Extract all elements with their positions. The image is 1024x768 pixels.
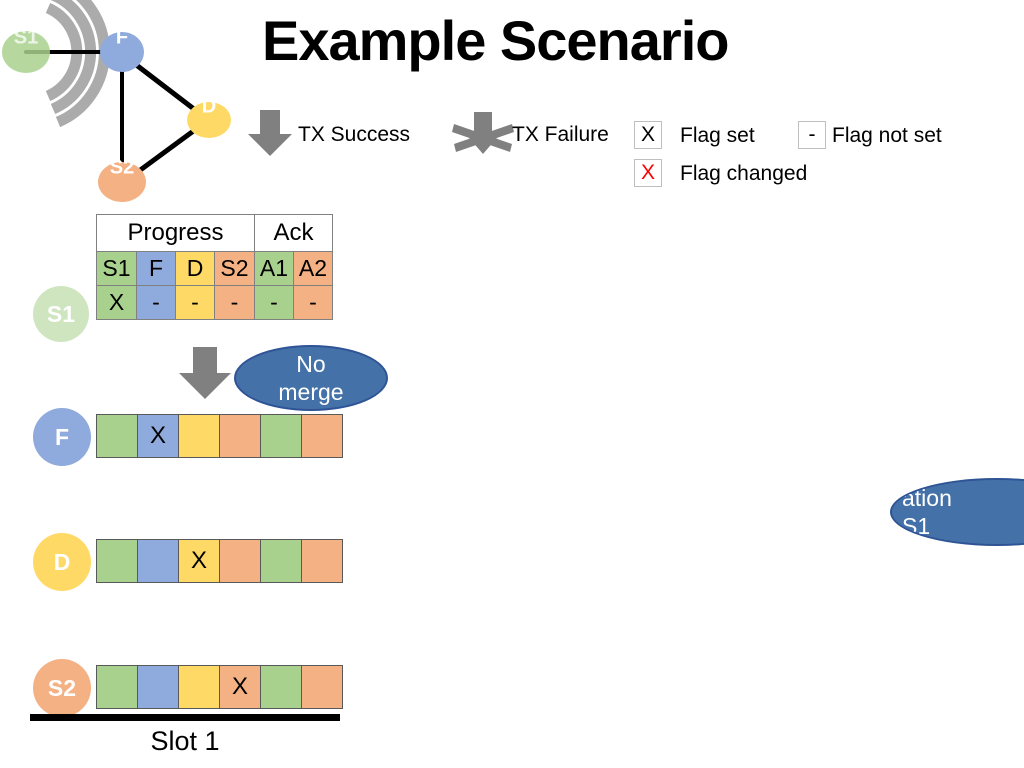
slot-cell-s2-s1: [96, 665, 138, 709]
legend-tx-failure-label: TX Failure: [512, 123, 609, 146]
topology-node-d: [187, 102, 231, 138]
table-col-header-f: F: [136, 251, 176, 286]
legend-flag-set-symbol: X: [634, 121, 662, 149]
slot-cell-d-s2: [219, 539, 261, 583]
slot-cell-d-s1: [96, 539, 138, 583]
callout-duplication-line1: ation: [902, 485, 952, 511]
legend-flag-not-set-symbol: -: [798, 121, 826, 149]
table-cell-s1-s1: X: [96, 285, 137, 320]
row-badge-s1: S1: [33, 286, 89, 342]
table-group-header-ack: Ack: [254, 214, 333, 252]
slot-cell-d-f: [137, 539, 179, 583]
timeline-baseline: [30, 714, 340, 721]
legend-flag-not-set-label: Flag not set: [832, 124, 942, 147]
slot-row-d: X: [96, 539, 343, 583]
slot-cell-f-d: [178, 414, 220, 458]
legend-flag-set-label: Flag set: [680, 124, 755, 147]
slot-cell-d-a1: [260, 539, 302, 583]
legend-tx-success-icon: [246, 108, 294, 163]
table-group-header-progress: Progress: [96, 214, 255, 252]
table-cell-s1-a2: -: [293, 285, 333, 320]
page-title: Example Scenario: [262, 9, 729, 72]
slot-cell-s2-f: [137, 665, 179, 709]
slot-cell-f-s1: [96, 414, 138, 458]
slot-cell-f-a1: [260, 414, 302, 458]
slot-cell-d-a2: [301, 539, 343, 583]
callout-duplication-line2: S1: [902, 513, 931, 539]
radio-wave-icon: [45, 0, 110, 128]
network-topology-diagram: S1 F D S2: [0, 0, 250, 205]
topology-node-f: [100, 32, 144, 72]
slot-cell-f-a2: [301, 414, 343, 458]
table-row: X - - - - -: [96, 285, 333, 320]
table-col-header-a2: A2: [293, 251, 333, 286]
slot-cell-d-d: X: [178, 539, 220, 583]
topology-node-s1: [2, 31, 50, 73]
slot-cell-s2-a2: [301, 665, 343, 709]
table-cell-s1-d: -: [175, 285, 215, 320]
legend-tx-failure-icon: [452, 110, 514, 163]
tx-success-arrow-icon: [175, 345, 235, 406]
slot-row-f: X: [96, 414, 343, 458]
slot-cell-s2-a1: [260, 665, 302, 709]
flag-state-table: Progress Ack S1 F D S2 A1 A2 X - - - - -: [96, 214, 333, 320]
slot-cell-s2-d: [178, 665, 220, 709]
legend-flag-changed-label: Flag changed: [680, 162, 808, 185]
slot-cell-f-s2: [219, 414, 261, 458]
row-badge-f: F: [33, 408, 91, 466]
table-col-header-s1: S1: [96, 251, 137, 286]
table-cell-s1-s2: -: [214, 285, 255, 320]
row-badge-d: D: [33, 533, 91, 591]
topology-node-s2: [98, 162, 146, 202]
row-badge-s2: S2: [33, 659, 91, 717]
table-cell-s1-f: -: [136, 285, 176, 320]
legend-tx-success-label: TX Success: [298, 123, 411, 146]
table-column-header-row: S1 F D S2 A1 A2: [96, 251, 333, 286]
slot-label: Slot 1: [150, 726, 220, 756]
table-col-header-a1: A1: [254, 251, 294, 286]
table-col-header-s2: S2: [214, 251, 255, 286]
table-cell-s1-a1: -: [254, 285, 294, 320]
legend-flag-changed-symbol: X: [634, 159, 662, 187]
slot-cell-s2-s2: X: [219, 665, 261, 709]
callout-no-merge: No merge: [234, 345, 388, 411]
slot-cell-f-f: X: [137, 414, 179, 458]
callout-duplication-s1: ation S1: [890, 478, 1024, 546]
table-col-header-d: D: [175, 251, 215, 286]
callout-no-merge-line2: merge: [278, 379, 344, 405]
callout-no-merge-line1: No: [296, 351, 326, 377]
slot-row-s2: X: [96, 665, 343, 709]
table-group-header-row: Progress Ack: [96, 214, 333, 252]
